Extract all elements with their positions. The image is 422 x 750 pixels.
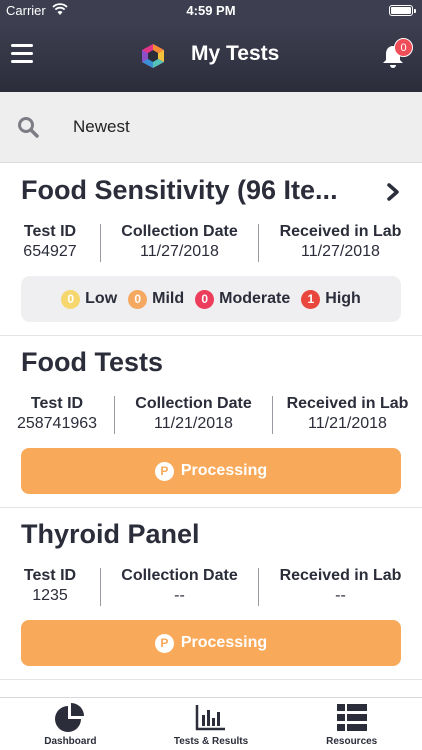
test-title: Food Tests [21, 347, 164, 377]
collection-date-col: Collection Date 11/21/2018 [115, 395, 272, 435]
processing-button[interactable]: P Processing [21, 448, 401, 494]
processing-button[interactable]: P Processing [21, 620, 401, 666]
test-card[interactable]: Food Sensitivity (96 Ite... Test ID 6549… [0, 164, 422, 336]
notification-badge: 0 [394, 38, 413, 57]
received-date-label: Received in Lab [279, 223, 402, 240]
tab-bar: Dashboard Tests & Results Resources [0, 697, 422, 750]
result-high: 1 High [301, 289, 361, 309]
test-id-value: 654927 [23, 243, 77, 260]
sort-label[interactable]: Newest [73, 117, 130, 137]
processing-label: Processing [180, 462, 268, 479]
search-bar[interactable]: Newest [0, 92, 422, 163]
test-id-label: Test ID [23, 223, 77, 240]
test-id-label: Test ID [30, 395, 84, 412]
menu-button[interactable] [11, 44, 33, 64]
test-title: Thyroid Panel [21, 519, 200, 549]
collection-date-col: Collection Date 11/27/2018 [101, 223, 258, 263]
result-mild-label: Mild [152, 290, 185, 307]
received-date-value: 11/27/2018 [301, 243, 380, 260]
battery-icon [389, 5, 416, 16]
list-icon [336, 704, 367, 731]
received-date-value: -- [335, 587, 346, 604]
result-high-label: High [325, 290, 361, 307]
collection-date-label: Collection Date [135, 395, 252, 412]
result-low-label: Low [85, 290, 118, 307]
test-id-label: Test ID [23, 567, 77, 584]
received-date-col: Received in Lab 11/21/2018 [273, 395, 422, 435]
processing-badge: P [154, 461, 174, 481]
collection-date-value: 11/21/2018 [154, 415, 233, 432]
test-id-value: 1235 [32, 587, 68, 604]
test-card[interactable]: Food Tests Test ID 258741963 Collection … [0, 336, 422, 508]
tab-tests-results-label: Tests & Results [173, 736, 249, 747]
result-moderate-count: 0 [195, 289, 215, 309]
test-meta: Test ID 1235 Collection Date -- Received… [0, 567, 422, 607]
result-moderate-label: Moderate [219, 290, 291, 307]
bar-chart-icon [195, 705, 225, 731]
collection-date-label: Collection Date [121, 223, 238, 240]
result-mild-count: 0 [128, 289, 148, 309]
received-date-col: Received in Lab 11/27/2018 [259, 223, 422, 263]
test-card[interactable]: Thyroid Panel Test ID 1235 Collection Da… [0, 508, 422, 680]
collection-date-col: Collection Date -- [101, 567, 258, 607]
result-mild: 0 Mild [128, 289, 185, 309]
result-low-count: 0 [61, 289, 81, 309]
test-meta: Test ID 258741963 Collection Date 11/21/… [0, 395, 422, 435]
collection-date-value: 11/27/2018 [140, 243, 219, 260]
test-id-col: Test ID 654927 [0, 223, 100, 263]
test-id-col: Test ID 1235 [0, 567, 100, 607]
tab-dashboard[interactable]: Dashboard [0, 698, 141, 750]
nav-bar: My Tests 0 [0, 22, 422, 92]
collection-date-value: -- [174, 587, 185, 604]
page-title: My Tests [191, 42, 280, 65]
test-id-col: Test ID 258741963 [0, 395, 114, 435]
test-title: Food Sensitivity (96 Ite... [21, 175, 338, 205]
status-bar: Carrier 4:59 PM [0, 0, 422, 22]
received-date-label: Received in Lab [286, 395, 409, 412]
tab-dashboard-label: Dashboard [44, 736, 97, 747]
chevron-right-icon[interactable] [382, 181, 404, 203]
test-id-value: 258741963 [16, 415, 98, 432]
search-icon[interactable] [17, 116, 39, 138]
status-time: 4:59 PM [186, 3, 236, 18]
tab-resources-label: Resources [326, 736, 378, 747]
result-high-count: 1 [301, 289, 321, 309]
tab-resources[interactable]: Resources [281, 698, 422, 750]
hamburger-icon [11, 44, 33, 47]
results-summary: 0 Low 0 Mild 0 Moderate 1 High [21, 276, 401, 322]
tab-tests-results[interactable]: Tests & Results [141, 698, 282, 750]
received-date-label: Received in Lab [279, 567, 402, 584]
processing-badge: P [154, 633, 174, 653]
result-low: 0 Low [61, 289, 118, 309]
received-date-value: 11/21/2018 [308, 415, 387, 432]
test-meta: Test ID 654927 Collection Date 11/27/201… [0, 223, 422, 263]
collection-date-label: Collection Date [121, 567, 238, 584]
received-date-col: Received in Lab -- [259, 567, 422, 607]
processing-label: Processing [180, 634, 268, 651]
app-logo-icon [142, 44, 164, 68]
pie-chart-icon [55, 703, 85, 732]
result-moderate: 0 Moderate [195, 289, 291, 309]
